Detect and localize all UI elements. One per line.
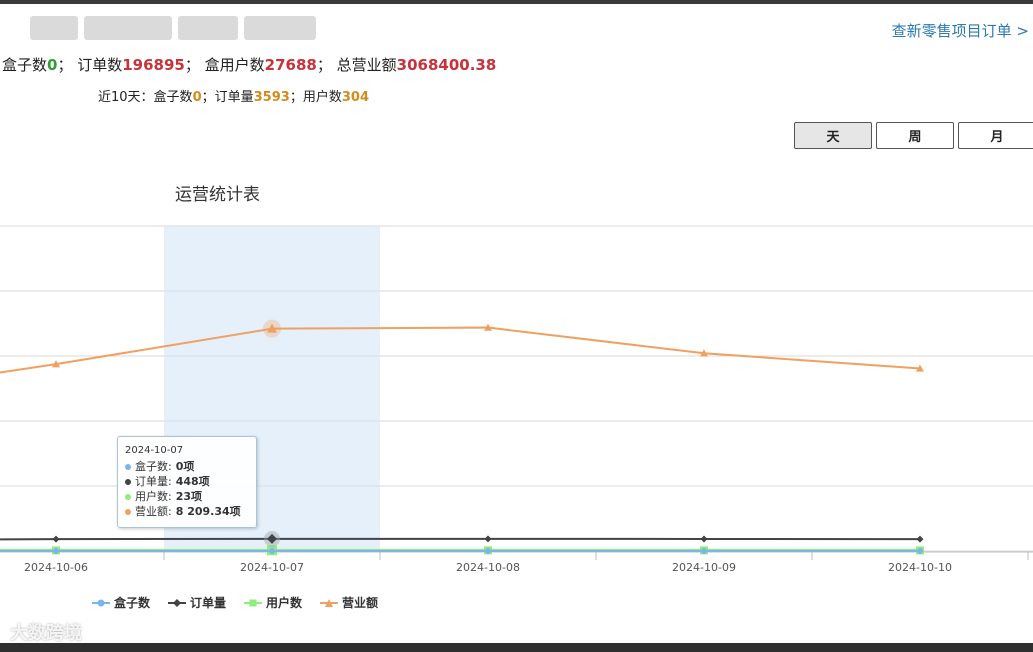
data-point — [53, 548, 59, 554]
tooltip-row-users: 用户数: 23项 — [125, 489, 249, 504]
series-1 — [0, 530, 924, 547]
series-line — [0, 326, 921, 374]
chart-legend: 盒子数 订单量 用户数 营业额 — [92, 594, 378, 611]
legend-item-users[interactable]: 用户数 — [244, 594, 302, 611]
legend-item-box[interactable]: 盒子数 — [92, 594, 150, 611]
x-axis: 2024-10-06 2024-10-07 2024-10-08 2024-10-09… — [0, 551, 1033, 574]
tooltip-date: 2024-10-07 — [125, 445, 184, 456]
data-point — [484, 535, 492, 543]
legend-item-revenue[interactable]: 营业额 — [320, 594, 378, 611]
data-point — [269, 548, 275, 554]
legend-diamond-icon — [168, 598, 187, 607]
data-point — [701, 548, 707, 554]
tooltip-row-revenue: 营业额: 8 209.34项 — [125, 504, 249, 519]
data-point — [917, 548, 923, 554]
data-point — [485, 548, 491, 554]
series-line — [0, 537, 921, 541]
x-tick-label: 2024-10-10 — [888, 561, 952, 574]
legend-triangle-icon — [320, 598, 339, 607]
x-tick-label: 2024-10-08 — [456, 561, 520, 574]
data-point — [52, 535, 60, 543]
legend-circle-icon — [92, 599, 110, 606]
x-tick-label: 2024-10-09 — [672, 561, 736, 574]
series-3 — [0, 319, 924, 374]
data-tooltip: 2024-10-07 盒子数: 0项 订单量: 448项 用户数: 23项 营业… — [117, 436, 257, 528]
watermark-logo: 大数跨境 — [10, 623, 82, 644]
x-tick-label: 2024-10-06 — [24, 561, 88, 574]
legend-square-icon — [244, 599, 263, 606]
data-point — [916, 535, 924, 543]
line-chart: 2024-10-06 2024-10-07 2024-10-08 2024-10-09… — [0, 225, 1033, 574]
legend-item-orders[interactable]: 订单量 — [168, 594, 226, 611]
data-point — [700, 535, 708, 543]
tooltip-row-box: 盒子数: 0项 — [125, 459, 249, 474]
x-tick-label: 2024-10-07 — [240, 561, 304, 574]
window-bottom-bar — [0, 643, 1033, 652]
tooltip-row-orders: 订单量: 448项 — [125, 474, 249, 489]
